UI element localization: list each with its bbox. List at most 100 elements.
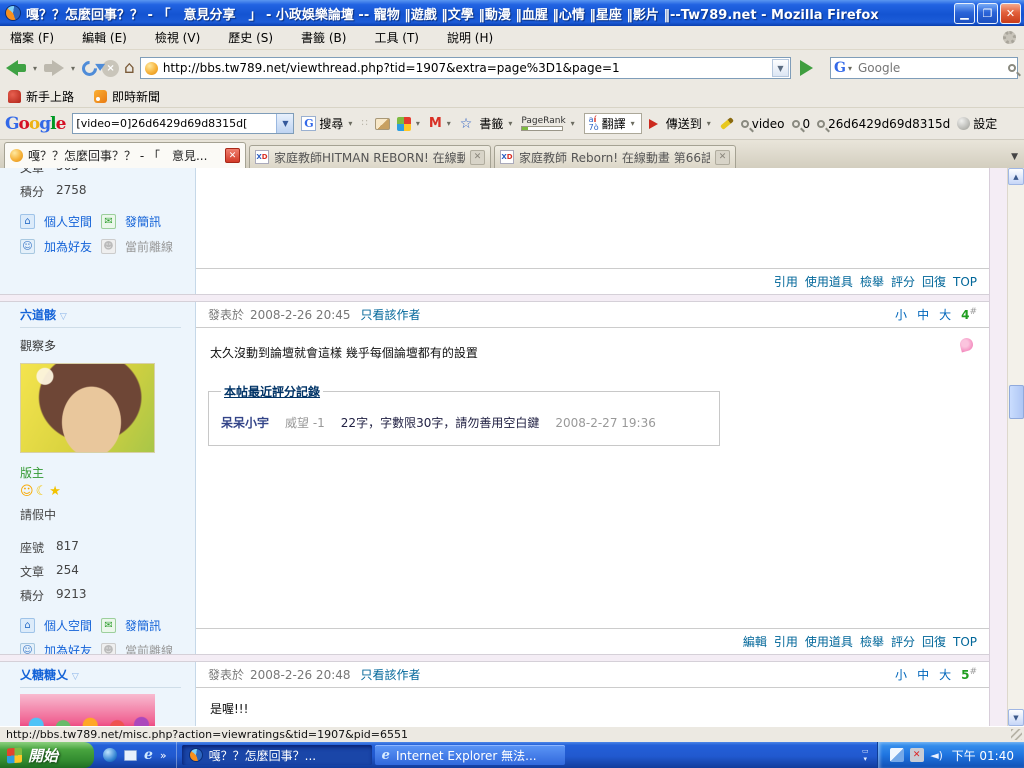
add-friend-link[interactable]: 加為好友 [44, 642, 92, 654]
size-small-link[interactable]: 小 [895, 306, 907, 323]
vertical-scrollbar[interactable]: ▲ ▼ [1007, 168, 1024, 726]
google-search-button[interactable]: G 搜尋▾ [301, 115, 354, 132]
props-link[interactable]: 使用道具 [805, 273, 853, 290]
photos-icon[interactable] [375, 118, 390, 130]
google-query-combobox[interactable]: ▼ [72, 113, 294, 134]
menu-edit[interactable]: 編輯 (E) [82, 29, 127, 46]
forward-button[interactable] [44, 60, 64, 76]
search-bar[interactable]: G ▾ [830, 57, 1018, 79]
translate-button[interactable]: aí7ò 翻譯▾ [584, 113, 642, 134]
volume-icon[interactable]: ◄) [930, 748, 944, 762]
url-input[interactable] [163, 61, 772, 75]
close-button[interactable]: ✕ [1000, 3, 1021, 24]
home-button[interactable]: ⌂ [124, 60, 135, 77]
start-button[interactable]: 開始 [0, 742, 94, 768]
engine-dropdown-icon[interactable]: ▾ [848, 64, 852, 73]
menu-help[interactable]: 說明 (H) [447, 29, 493, 46]
send-to-button[interactable]: 傳送到▾ [649, 115, 713, 132]
menu-history[interactable]: 歷史 (S) [228, 29, 273, 46]
size-large-link[interactable]: 大 [939, 666, 951, 683]
tab-list-dropdown-icon[interactable]: ▼ [1011, 152, 1018, 162]
forward-dropdown-icon[interactable]: ▾ [71, 64, 75, 73]
query-dropdown-button[interactable]: ▼ [276, 114, 293, 133]
search-icon[interactable] [1008, 64, 1016, 72]
tab-close-icon[interactable]: ✕ [715, 150, 730, 165]
back-dropdown-icon[interactable]: ▾ [33, 64, 37, 73]
home-space-icon[interactable]: ⌂ [20, 214, 35, 229]
message-icon[interactable]: ✉ [101, 214, 116, 229]
user-space-link[interactable]: 個人空間 [44, 213, 92, 230]
rate-link[interactable]: 評分 [891, 633, 915, 650]
message-icon[interactable]: ✉ [101, 618, 116, 633]
add-friend-icon[interactable]: ☺ [20, 239, 35, 254]
rating-user-link[interactable]: 呆呆小宇 [221, 414, 269, 431]
term-button-hash[interactable]: 26d6429d69d8315d [817, 117, 950, 131]
restore-button[interactable]: ❐ [977, 3, 998, 24]
term-button-0[interactable]: 0 [792, 117, 811, 131]
quicklaunch-sphere-icon[interactable] [103, 748, 117, 762]
tab-close-icon[interactable]: ✕ [470, 150, 485, 165]
send-pm-link[interactable]: 發簡訊 [125, 213, 161, 230]
scrollbar-thumb[interactable] [1009, 385, 1024, 419]
tab-thread[interactable]: 嘎？？怎麼回事？？ - 「 意見... ✕ [4, 142, 246, 168]
add-friend-icon[interactable]: ☺ [20, 643, 35, 654]
url-dropdown-button[interactable]: ▼ [772, 59, 789, 77]
taskbar-toolbar-handle[interactable]: ▭ ▾ [854, 742, 877, 768]
quicklaunch-overflow-icon[interactable]: » [160, 749, 167, 762]
add-friend-link[interactable]: 加為好友 [44, 238, 92, 255]
settings-button[interactable]: 設定 [957, 115, 997, 132]
home-space-icon[interactable]: ⌂ [20, 618, 35, 633]
only-author-link[interactable]: 只看該作者 [361, 306, 421, 323]
term-button-video[interactable]: video [741, 117, 785, 131]
size-medium-link[interactable]: 中 [917, 666, 929, 683]
reply-link[interactable]: 回復 [922, 273, 946, 290]
chevron-down-icon[interactable]: ▽ [72, 672, 79, 682]
tray-error-icon[interactable]: ✕ [910, 748, 924, 762]
tab-close-icon[interactable]: ✕ [225, 148, 240, 163]
google-query-input[interactable] [73, 117, 276, 130]
tab-reborn-2[interactable]: XD 家庭教師 Reborn! 在線動畫 第66話 -... ✕ [494, 145, 736, 168]
rate-link[interactable]: 評分 [891, 273, 915, 290]
reply-link[interactable]: 回復 [922, 633, 946, 650]
highlighter-icon[interactable] [720, 117, 734, 130]
url-bar[interactable]: ▼ [140, 57, 791, 79]
report-link[interactable]: 檢舉 [860, 273, 884, 290]
bookmark-latest-news[interactable]: 即時新聞 [94, 88, 160, 105]
gbookmarks-button[interactable]: 書籤▾ [479, 115, 514, 132]
username-link[interactable]: 乂糖糖乂 [20, 668, 68, 682]
size-large-link[interactable]: 大 [939, 306, 951, 323]
bookmark-getting-started[interactable]: 新手上路 [8, 88, 74, 105]
send-pm-link[interactable]: 發簡訊 [125, 617, 161, 634]
resize-grip[interactable] [1011, 729, 1022, 740]
bookmark-star-icon[interactable]: ☆ [460, 116, 473, 132]
ie-quicklaunch-icon[interactable]: e [144, 747, 153, 763]
refresh-button[interactable] [79, 57, 100, 78]
size-medium-link[interactable]: 中 [917, 306, 929, 323]
show-desktop-icon[interactable] [124, 750, 137, 761]
menu-bookmarks[interactable]: 書籤 (B) [301, 29, 346, 46]
user-space-link[interactable]: 個人空間 [44, 617, 92, 634]
top-link[interactable]: TOP [953, 635, 977, 649]
quote-link[interactable]: 引用 [774, 633, 798, 650]
tab-reborn-1[interactable]: XD 家庭教師HITMAN REBORN! 在線動... ✕ [249, 145, 491, 168]
google-engine-icon[interactable]: G [834, 60, 846, 76]
chevron-down-icon[interactable]: ▽ [60, 312, 67, 322]
gmail-button[interactable]: M▾ [429, 116, 453, 131]
size-small-link[interactable]: 小 [895, 666, 907, 683]
search-input[interactable] [858, 61, 1008, 75]
report-link[interactable]: 檢舉 [860, 633, 884, 650]
only-author-link[interactable]: 只看該作者 [361, 666, 421, 683]
edit-link[interactable]: 編輯 [743, 633, 767, 650]
quote-link[interactable]: 引用 [774, 273, 798, 290]
taskbar-button-ie[interactable]: e Internet Explorer 無法... [375, 745, 565, 765]
menu-view[interactable]: 檢視 (V) [155, 29, 200, 46]
pagerank-widget[interactable]: PageRank ▾ [521, 117, 576, 131]
menu-tools[interactable]: 工具 (T) [374, 29, 419, 46]
tray-app-icon[interactable] [890, 748, 904, 762]
back-button[interactable] [6, 60, 26, 76]
top-link[interactable]: TOP [953, 275, 977, 289]
scroll-up-button[interactable]: ▲ [1008, 168, 1024, 185]
go-button[interactable] [800, 60, 821, 76]
minimize-button[interactable]: ▁ [954, 3, 975, 24]
props-link[interactable]: 使用道具 [805, 633, 853, 650]
